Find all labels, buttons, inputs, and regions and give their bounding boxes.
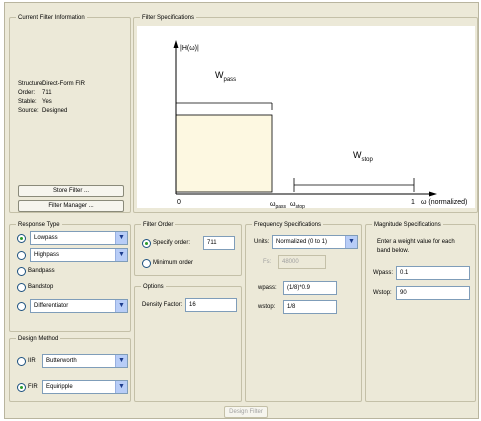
iir-label[interactable]: IIR [28, 357, 36, 366]
stable-value: Yes [42, 99, 52, 105]
density-factor-input[interactable]: 16 [185, 298, 237, 312]
design-filter-button[interactable]: Design Filter [224, 406, 268, 418]
wstop-input[interactable]: 1/8 [283, 300, 337, 314]
chevron-down-icon: ▼ [115, 300, 127, 312]
filter-manager-label: Filter Manager ... [48, 203, 94, 209]
x-tick-wpass-sub: pass [275, 204, 286, 210]
wpass-label: wpass: [258, 285, 277, 291]
filter-specifications-panel: Filter Specifications |H(ω)| Wpass Wstop… [133, 14, 478, 213]
filter-order-panel: Filter Order Specify order: 711 Minimum … [134, 221, 242, 276]
design-method-legend: Design Method [16, 335, 61, 343]
x-tick-wstop-sub: stop [295, 204, 305, 210]
filter-design-window: Current Filter Information Structure:Dir… [4, 2, 479, 419]
stable-label: Stable: [18, 99, 37, 105]
specify-order-input[interactable]: 711 [203, 236, 235, 250]
filter-info-list: Structure:Direct-Form FIR Order: 711 Stab… [18, 80, 85, 116]
magnitude-specifications-panel: Magnitude Specifications Enter a weight … [365, 221, 476, 402]
options-panel: Options Density Factor: 16 [134, 283, 242, 402]
fir-label[interactable]: FIR [28, 383, 38, 392]
differentiator-select-value: Differentiator [34, 303, 69, 309]
x-axis-label: ω (normalized) [421, 199, 467, 206]
wpass-label-sub: pass [224, 77, 237, 83]
specify-order-label[interactable]: Specify order: [153, 239, 190, 248]
order-value: 711 [42, 90, 52, 96]
design-method-panel: Design Method IIR Butterworth ▼ FIR Equi… [9, 335, 131, 402]
current-filter-info-legend: Current Filter Information [16, 14, 87, 22]
magnitude-hint-text: Enter a weight value for each band below… [377, 239, 455, 254]
mag-wpass-input[interactable]: 0.1 [396, 266, 470, 280]
options-legend: Options [141, 283, 166, 291]
fs-label: Fs: [263, 259, 272, 265]
highpass-select[interactable]: Highpass ▼ [30, 248, 128, 262]
current-filter-info-panel: Current Filter Information Structure:Dir… [9, 14, 131, 213]
fs-input[interactable]: 48000 [278, 255, 326, 269]
fir-radio[interactable] [17, 383, 26, 392]
wstop-label-sub: stop [362, 157, 374, 163]
response-type-panel: Response Type Lowpass ▼ Highpass ▼ Bandp… [9, 221, 131, 332]
minimum-order-radio[interactable] [142, 259, 151, 268]
density-factor-label: Density Factor: [142, 302, 183, 308]
response-type-legend: Response Type [16, 221, 62, 229]
x-tick-zero: 0 [177, 199, 181, 206]
passband-region [175, 114, 273, 193]
source-value: Designed [42, 108, 68, 114]
chevron-down-icon: ▼ [345, 236, 357, 248]
x-tick-one: 1 [411, 199, 415, 206]
chevron-down-icon: ▼ [115, 355, 127, 367]
source-label: Source: [18, 108, 39, 114]
bandpass-label[interactable]: Bandpass [28, 267, 55, 276]
order-label: Order: [18, 90, 36, 96]
highpass-select-value: Highpass [34, 252, 60, 258]
structure-label: Structure: [18, 81, 45, 87]
fir-method-value: Equiripple [46, 384, 73, 390]
highpass-radio[interactable] [17, 251, 26, 260]
store-filter-label: Store Filter ... [52, 188, 89, 194]
mag-wpass-label: Wpass: [373, 270, 394, 276]
frequency-specifications-panel: Frequency Specifications Units: Normaliz… [245, 221, 362, 402]
wstop-label: wstop: [258, 304, 276, 310]
lowpass-select-value: Lowpass [34, 235, 58, 241]
bandpass-radio[interactable] [17, 267, 26, 276]
wpass-input[interactable]: (1/8)*0.9 [283, 281, 337, 295]
differentiator-radio[interactable] [17, 302, 26, 311]
filter-spec-diagram: |H(ω)| Wpass Wstop 0 ωpass ωstop 1 ω (no… [137, 26, 475, 210]
chevron-down-icon: ▼ [115, 232, 127, 244]
design-filter-label: Design Filter [229, 409, 263, 415]
filter-order-legend: Filter Order [141, 221, 176, 229]
filter-manager-button[interactable]: Filter Manager ... [18, 200, 124, 212]
iir-method-select[interactable]: Butterworth ▼ [42, 354, 128, 368]
lowpass-select[interactable]: Lowpass ▼ [30, 231, 128, 245]
iir-radio[interactable] [17, 357, 26, 366]
structure-value: Direct-Form FIR [42, 81, 85, 87]
mag-wstop-input[interactable]: 90 [396, 286, 470, 300]
fir-method-select[interactable]: Equiripple ▼ [42, 380, 128, 394]
y-axis-label: |H(ω)| [180, 45, 199, 52]
mag-wstop-label: Wstop: [373, 290, 392, 296]
store-filter-button[interactable]: Store Filter ... [18, 185, 124, 197]
lowpass-radio[interactable] [17, 234, 26, 243]
bandstop-radio[interactable] [17, 283, 26, 292]
specify-order-radio[interactable] [142, 239, 151, 248]
units-label: Units: [254, 239, 270, 245]
filter-specifications-legend: Filter Specifications [140, 14, 197, 22]
bandstop-label[interactable]: Bandstop [28, 283, 53, 292]
units-select[interactable]: Normalized (0 to 1) ▼ [272, 235, 358, 249]
iir-method-value: Butterworth [46, 358, 77, 364]
chevron-down-icon: ▼ [115, 249, 127, 261]
minimum-order-label[interactable]: Minimum order [153, 259, 193, 268]
units-select-value: Normalized (0 to 1) [276, 239, 328, 245]
magnitude-specifications-legend: Magnitude Specifications [372, 221, 443, 229]
differentiator-select[interactable]: Differentiator ▼ [30, 299, 128, 313]
frequency-specifications-legend: Frequency Specifications [252, 221, 324, 229]
chevron-down-icon: ▼ [115, 381, 127, 393]
